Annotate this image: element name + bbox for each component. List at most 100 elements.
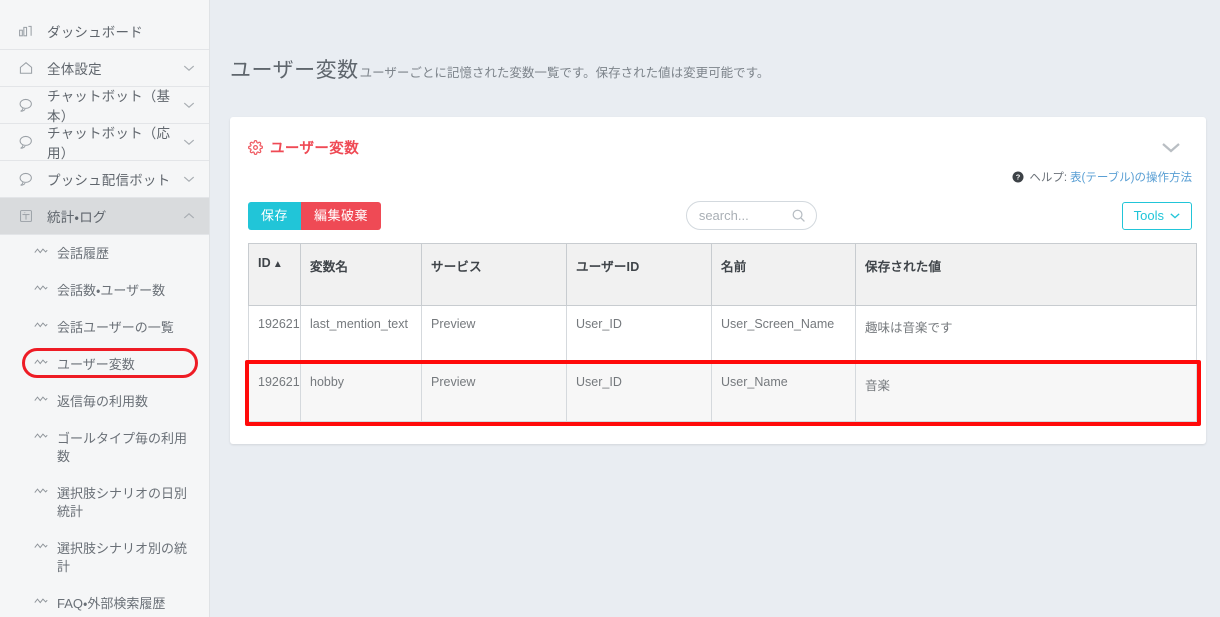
- sidebar-subitem-7[interactable]: 選択肢シナリオ別の統計: [0, 530, 209, 585]
- column-header-label: 名前: [721, 260, 747, 275]
- chevron-down-icon: [1170, 212, 1180, 219]
- column-header-label: サービス: [431, 260, 482, 275]
- sidebar-subitem-0[interactable]: 会話履歴: [0, 235, 209, 272]
- chevron-down-icon[interactable]: [183, 64, 195, 72]
- help-row: ? ヘルプ: 表(テーブル)の操作方法: [230, 161, 1206, 185]
- table-row[interactable]: 192621 hobby Preview User_ID User_Name 音楽: [248, 363, 1197, 423]
- home-icon: [18, 60, 34, 76]
- sidebar-subitem-4[interactable]: 返信毎の利用数: [0, 383, 209, 420]
- user-variables-panel: ユーザー変数 ? ヘルプ: 表(テーブル)の操作方法 保存 編集破棄 searc…: [230, 117, 1206, 445]
- tools-button-label: Tools: [1133, 208, 1164, 224]
- column-header-0[interactable]: ID ▲: [248, 243, 301, 307]
- search-box[interactable]: [685, 201, 817, 231]
- cell-service[interactable]: Preview: [421, 305, 567, 365]
- wave-icon: [34, 431, 48, 441]
- sidebar: ダッシュボード 全体設定チャットボット（基本） チャットボット（応用） プッシュ配信ボ…: [0, 0, 210, 617]
- table-row[interactable]: 192621 last_mention_text Preview User_ID Use…: [248, 305, 1197, 365]
- panel-title: ユーザー変数: [270, 140, 360, 157]
- chevron-down-icon: [183, 175, 195, 183]
- sidebar-subitem-2[interactable]: 会話ユーザーの一覧: [0, 309, 209, 346]
- bar-chart-icon: [18, 23, 34, 39]
- column-header-5[interactable]: 保存された値: [855, 243, 1197, 307]
- tools-button[interactable]: Tools: [1121, 201, 1192, 230]
- column-header-3[interactable]: ユーザーID: [566, 243, 712, 307]
- sidebar-item-2[interactable]: チャットボット（基本）: [0, 87, 209, 124]
- sidebar-main-list: ダッシュボード 全体設定チャットボット（基本） チャットボット（応用） プッシュ配信ボ…: [0, 13, 209, 235]
- sidebar-item-5[interactable]: +- 統計・ログ: [0, 198, 209, 235]
- chat-bubble-icon: [16, 171, 36, 187]
- chat-bubble-icon: [18, 134, 35, 150]
- column-header-4[interactable]: 名前: [711, 243, 856, 307]
- page-subtitle: ユーザーごとに記憶された変数一覧です。保存された値は変更可能です。: [359, 66, 770, 81]
- sidebar-item-4[interactable]: プッシュ配信ボット: [0, 161, 209, 198]
- cell-user-id[interactable]: User_ID: [566, 305, 712, 365]
- help-link[interactable]: 表(テーブル)の操作方法: [1070, 169, 1192, 185]
- sidebar-item-3[interactable]: チャットボット（応用）: [0, 124, 209, 161]
- chat-bubble-icon: [18, 97, 35, 113]
- cell-variable-name[interactable]: hobby: [300, 363, 422, 423]
- cell-service[interactable]: Preview: [421, 363, 567, 423]
- wave-icon: [34, 541, 48, 551]
- sidebar-subitem-3[interactable]: ユーザー変数: [0, 346, 209, 383]
- chevron-down-icon[interactable]: [183, 175, 195, 183]
- cell-saved-value[interactable]: 音楽: [855, 363, 1197, 423]
- wave-icon: [34, 357, 48, 367]
- sidebar-subitem-6[interactable]: 選択肢シナリオの日別統計: [0, 475, 209, 530]
- cell-id[interactable]: 192621: [248, 305, 301, 365]
- action-button-group: 保存 編集破棄: [248, 201, 382, 230]
- wave-icon: [34, 596, 48, 606]
- sidebar-subitem-1[interactable]: 会話数・ユーザー数: [0, 272, 209, 309]
- gear-icon: [248, 139, 263, 155]
- wave-icon: [34, 246, 48, 256]
- wave-icon: [34, 486, 48, 496]
- svg-text:?: ?: [1016, 173, 1021, 182]
- sidebar-item-label: プッシュ配信ボット: [47, 173, 171, 188]
- cell-variable-name[interactable]: last_mention_text: [300, 305, 422, 365]
- cell-name[interactable]: User_Screen_Name: [711, 305, 856, 365]
- chevron-up-icon[interactable]: [183, 212, 195, 220]
- cell-saved-value[interactable]: 趣味は音楽です: [855, 305, 1197, 365]
- sidebar-item-0[interactable]: ダッシュボード: [0, 13, 209, 50]
- sidebar-item-label: 全体設定: [47, 62, 102, 77]
- sidebar-subitem-5[interactable]: ゴールタイプ毎の利用数: [0, 420, 209, 475]
- chat-bubble-icon: [18, 171, 35, 187]
- page-header: ユーザー変数 ユーザーごとに記憶された変数一覧です。保存された値は変更可能です。: [210, 0, 1220, 98]
- sidebar-item-label: ダッシュボード: [47, 25, 143, 40]
- wave-icon: [34, 394, 48, 404]
- wave-icon: [34, 283, 48, 293]
- column-header-label: ID: [258, 256, 271, 271]
- wave-icon: [34, 320, 48, 330]
- page-title: ユーザー変数: [230, 59, 359, 83]
- cell-name[interactable]: User_Name: [711, 363, 856, 423]
- wave-icon: [34, 486, 48, 496]
- sidebar-subitem-8[interactable]: FAQ・外部検索履歴: [0, 585, 209, 617]
- column-header-label: ユーザーID: [576, 260, 640, 275]
- sidebar-subitem-label: ユーザー変数: [57, 357, 135, 372]
- save-button[interactable]: 保存: [248, 201, 302, 230]
- chevron-down-icon: [183, 64, 195, 72]
- help-label: ヘルプ:: [1029, 172, 1068, 185]
- app-root: ダッシュボード 全体設定チャットボット（基本） チャットボット（応用） プッシュ配信ボ…: [0, 0, 1220, 617]
- column-header-1[interactable]: 変数名: [300, 243, 422, 307]
- chat-bubble-icon: [16, 97, 36, 113]
- column-header-2[interactable]: サービス: [421, 243, 567, 307]
- cell-user-id[interactable]: User_ID: [566, 363, 712, 423]
- sidebar-subitem-label: FAQ・外部検索履歴: [57, 596, 166, 611]
- sidebar-subitem-label: 会話ユーザーの一覧: [57, 320, 174, 335]
- table-toolbar: 保存 編集破棄 Tools: [230, 185, 1206, 231]
- sidebar-sub-list: 会話履歴会話数・ユーザー数 会話ユーザーの一覧 ユーザー変数 返信毎の利用数ゴールタイ…: [0, 235, 209, 617]
- chat-bubble-icon: [16, 134, 36, 150]
- wave-icon: [34, 246, 48, 256]
- chevron-down-icon[interactable]: [183, 101, 195, 109]
- sidebar-subitem-label: 会話数・ユーザー数: [57, 283, 166, 298]
- sidebar-subitem-label: 返信毎の利用数: [57, 394, 149, 409]
- chevron-down-icon[interactable]: [183, 138, 195, 146]
- calculator-icon: +-: [18, 208, 34, 224]
- sidebar-item-1[interactable]: 全体設定: [0, 50, 209, 87]
- cell-id[interactable]: 192621: [248, 363, 301, 423]
- chevron-down-icon[interactable]: [1158, 139, 1188, 155]
- wave-icon: [34, 320, 48, 330]
- user-variables-table: ID ▲ 変数名 サービス ユーザーID 名前 保存された値 192621 last_ment…: [248, 243, 1197, 423]
- discard-edits-button[interactable]: 編集破棄: [301, 201, 382, 230]
- sort-ascending-icon[interactable]: ▲: [273, 259, 283, 270]
